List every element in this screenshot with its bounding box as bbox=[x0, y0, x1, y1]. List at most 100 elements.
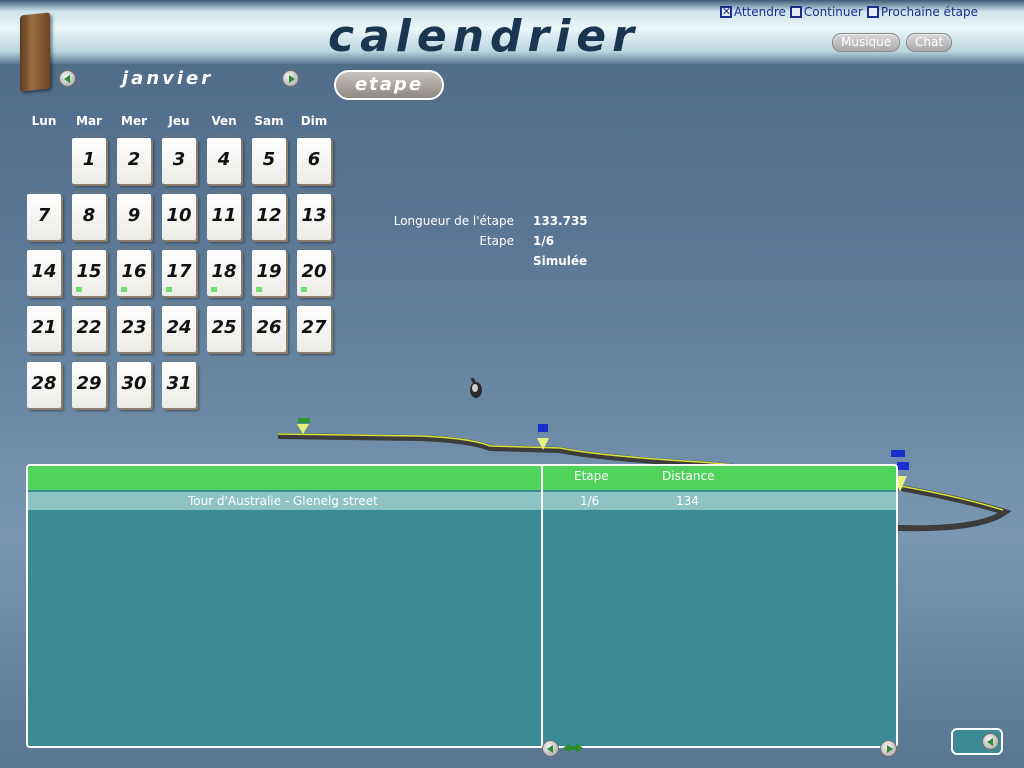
day-number: 1 bbox=[82, 149, 96, 170]
day-number: 9 bbox=[127, 205, 141, 226]
day-number: 31 bbox=[166, 373, 192, 394]
day-number: 6 bbox=[307, 149, 321, 170]
checkbox-attendre[interactable]: ✕ bbox=[719, 6, 732, 18]
day-number: 27 bbox=[301, 317, 327, 338]
weekday-label: Jeu bbox=[168, 114, 190, 128]
scroll-thumb-icon[interactable] bbox=[562, 742, 584, 754]
day-number: 4 bbox=[217, 149, 231, 170]
calendar-day[interactable]: 22 bbox=[72, 303, 106, 352]
chat-button[interactable]: Chat bbox=[906, 33, 953, 52]
column-header-distance: Distance bbox=[662, 469, 715, 483]
calendar-day[interactable]: 7 bbox=[27, 191, 61, 240]
calendar-day[interactable]: 10 bbox=[162, 191, 196, 240]
page-title: calendrier bbox=[328, 11, 640, 62]
stage-table: Etape Distance Tour d'Australie - Glenel… bbox=[26, 464, 898, 748]
weekday-label: Sam bbox=[254, 114, 284, 128]
calendar-day[interactable]: 3 bbox=[162, 135, 196, 184]
calendar-day[interactable]: 12 bbox=[252, 191, 286, 240]
day-number: 8 bbox=[82, 205, 96, 226]
calendar-day[interactable]: 18 bbox=[207, 247, 241, 296]
scroll-right-icon[interactable] bbox=[880, 740, 897, 757]
flow-options: ✕ Attendre Continuer Prochaine étape bbox=[719, 5, 978, 19]
day-number: 19 bbox=[256, 261, 282, 282]
race-day-marker bbox=[211, 287, 217, 292]
music-button[interactable]: Musique bbox=[832, 33, 901, 52]
day-number: 23 bbox=[121, 317, 147, 338]
calendar-day[interactable]: 27 bbox=[297, 303, 331, 352]
stage-number-label: Etape bbox=[479, 234, 514, 248]
stage-status-value: Simulée bbox=[533, 254, 588, 268]
calendar-day[interactable]: 24 bbox=[162, 303, 196, 352]
race-day-marker bbox=[301, 287, 307, 292]
weekday-label: Lun bbox=[31, 114, 57, 128]
day-number: 21 bbox=[31, 317, 57, 338]
column-header-stage: Etape bbox=[574, 469, 609, 483]
book-icon bbox=[20, 12, 50, 92]
stage-length-value: 133.735 bbox=[533, 214, 588, 228]
mouse-cursor-icon bbox=[470, 378, 482, 398]
option-attendre[interactable]: ✕ Attendre bbox=[719, 5, 786, 19]
calendar-day[interactable]: 21 bbox=[27, 303, 61, 352]
race-day-marker bbox=[166, 287, 172, 292]
calendar-day[interactable]: 9 bbox=[117, 191, 151, 240]
day-number: 18 bbox=[211, 261, 237, 282]
next-month-icon[interactable] bbox=[282, 70, 299, 87]
weekday-label: Mer bbox=[121, 114, 147, 128]
checkbox-prochaine-etape[interactable] bbox=[866, 6, 879, 18]
day-number: 25 bbox=[211, 317, 237, 338]
column-divider bbox=[541, 466, 543, 746]
day-number: 15 bbox=[76, 261, 102, 282]
row-stage: 1/6 bbox=[580, 494, 600, 508]
calendar-day[interactable]: 8 bbox=[72, 191, 106, 240]
row-name: Tour d'Australie - Glenelg street bbox=[188, 494, 378, 508]
calendar-day[interactable]: 19 bbox=[252, 247, 286, 296]
weekday-label: Dim bbox=[300, 114, 328, 128]
flag-start-icon bbox=[297, 424, 309, 434]
scroll-left-icon[interactable] bbox=[542, 740, 559, 757]
day-number: 3 bbox=[172, 149, 186, 170]
race-day-marker bbox=[256, 287, 262, 292]
calendar-day[interactable]: 23 bbox=[117, 303, 151, 352]
calendar-day[interactable]: 1 bbox=[72, 135, 106, 184]
calendar-day[interactable]: 20 bbox=[297, 247, 331, 296]
stage-length-label: Longueur de l'étape bbox=[393, 214, 514, 228]
day-number: 5 bbox=[262, 149, 276, 170]
table-row[interactable]: Tour d'Australie - Glenelg street 1/6 13… bbox=[28, 492, 896, 510]
calendar-day[interactable]: 5 bbox=[252, 135, 286, 184]
option-continuer[interactable]: Continuer bbox=[789, 5, 863, 19]
race-day-marker bbox=[76, 287, 82, 292]
table-header: Etape Distance bbox=[28, 466, 896, 490]
day-number: 16 bbox=[121, 261, 147, 282]
day-number: 10 bbox=[166, 205, 192, 226]
day-number: 17 bbox=[166, 261, 192, 282]
calendar-day[interactable]: 11 bbox=[207, 191, 241, 240]
weekday-label: Ven bbox=[211, 114, 237, 128]
checkbox-continuer[interactable] bbox=[789, 6, 802, 18]
calendar-day[interactable]: 14 bbox=[27, 247, 61, 296]
day-number: 2 bbox=[127, 149, 141, 170]
day-number: 28 bbox=[31, 373, 57, 394]
calendar-day[interactable]: 6 bbox=[297, 135, 331, 184]
calendar-day[interactable]: 2 bbox=[117, 135, 151, 184]
month-label: janvier bbox=[122, 68, 214, 89]
calendar-day[interactable]: 16 bbox=[117, 247, 151, 296]
calendar-day[interactable]: 15 bbox=[72, 247, 106, 296]
etape-button[interactable]: etape bbox=[334, 70, 444, 100]
calendar-day[interactable]: 4 bbox=[207, 135, 241, 184]
weekday-label: Mar bbox=[76, 114, 102, 128]
calendar-day[interactable]: 26 bbox=[252, 303, 286, 352]
day-number: 11 bbox=[211, 205, 237, 226]
day-number: 7 bbox=[37, 205, 51, 226]
prev-month-icon[interactable] bbox=[59, 70, 76, 87]
day-number: 26 bbox=[256, 317, 282, 338]
day-number: 30 bbox=[121, 373, 147, 394]
day-number: 24 bbox=[166, 317, 192, 338]
back-button[interactable] bbox=[951, 728, 1003, 755]
back-icon[interactable] bbox=[982, 733, 999, 750]
option-prochaine-etape[interactable]: Prochaine étape bbox=[866, 5, 978, 19]
calendar-day[interactable]: 25 bbox=[207, 303, 241, 352]
stage-number-value: 1/6 bbox=[533, 234, 555, 248]
calendar-day[interactable]: 17 bbox=[162, 247, 196, 296]
day-number: 22 bbox=[76, 317, 102, 338]
option-label: Attendre bbox=[733, 5, 786, 19]
